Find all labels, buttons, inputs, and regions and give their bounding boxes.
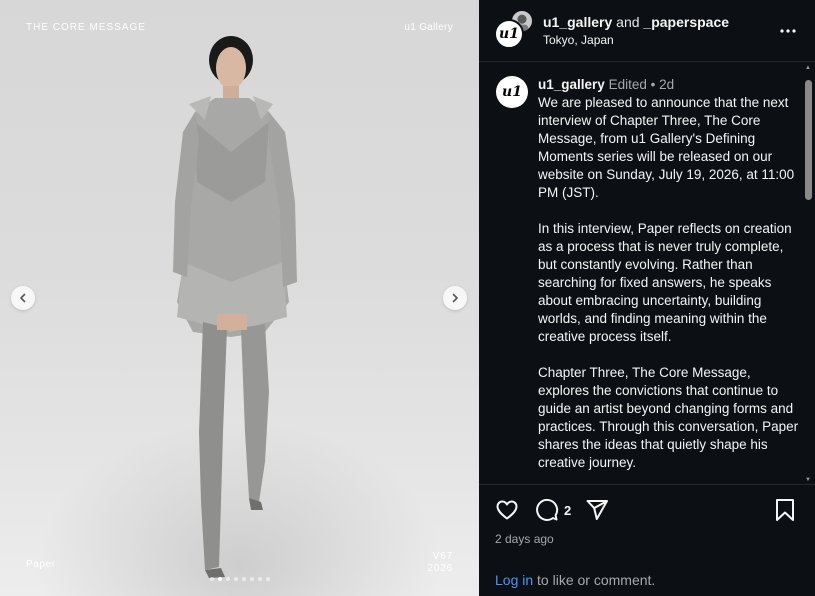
comment-count: 2 — [564, 503, 572, 518]
header-collaborator-link[interactable]: _paperspace — [643, 14, 729, 30]
more-options-icon[interactable] — [779, 22, 797, 40]
carousel-prev-button[interactable] — [11, 286, 35, 310]
login-suffix: to like or comment. — [533, 572, 656, 588]
carousel-dot — [241, 577, 246, 581]
header-username-link[interactable]: u1_gallery — [543, 14, 612, 30]
post-image[interactable]: THE CORE MESSAGE u1 Gallery Paper V67 20… — [0, 0, 479, 596]
share-icon[interactable] — [585, 498, 609, 522]
header-text: u1_gallery and _paperspace Tokyo, Japan — [543, 14, 729, 47]
header-and: and — [616, 14, 640, 30]
chevron-right-icon — [452, 293, 458, 303]
overlay-version-code: V67 — [432, 551, 453, 562]
overlay-artist-name: Paper — [26, 559, 56, 570]
caption-paragraph-1: We are pleased to announce that the next… — [538, 95, 798, 200]
carousel-dot — [265, 577, 270, 581]
overlay-version: V67 2026 — [428, 551, 453, 575]
carousel-indicator — [0, 577, 479, 581]
post-sidebar: u1 u1_gallery and _paperspace Tokyo, Jap… — [479, 0, 815, 596]
account-avatar[interactable]: u1 — [494, 18, 524, 49]
carousel-dot — [257, 577, 262, 581]
scrollbar-thumb[interactable] — [805, 80, 812, 200]
login-link[interactable]: Log in — [495, 572, 533, 588]
carousel-dot — [233, 577, 238, 581]
overlay-version-year: 2026 — [427, 563, 453, 574]
actions-section: 2 2 days ago Log in to like or comment. — [479, 484, 815, 596]
action-bar: 2 — [495, 498, 799, 524]
caption-paragraph-3: Chapter Three, The Core Message, explore… — [538, 365, 802, 470]
caption-body: u1_gallery Edited • 2d We are pleased to… — [538, 76, 799, 472]
post-timestamp[interactable]: 2 days ago — [495, 532, 554, 546]
carousel-dot — [209, 577, 214, 581]
post-header: u1 u1_gallery and _paperspace Tokyo, Jap… — [479, 0, 815, 62]
carousel-dot — [225, 577, 230, 581]
post-age[interactable]: 2d — [659, 77, 674, 92]
caption: u1 u1_gallery Edited • 2d We are pleased… — [479, 62, 815, 472]
model-photo — [173, 36, 297, 578]
meta-bullet: • — [650, 77, 656, 92]
collab-avatars[interactable]: u1 — [494, 8, 534, 49]
header-usernames: u1_gallery and _paperspace — [543, 14, 729, 30]
chevron-left-icon — [20, 293, 26, 303]
carousel-next-button[interactable] — [443, 286, 467, 310]
overlay-brand: u1 Gallery — [404, 22, 453, 33]
caption-paragraph-2: In this interview, Paper reflects on cre… — [538, 221, 796, 344]
post-viewer: THE CORE MESSAGE u1 Gallery Paper V67 20… — [0, 0, 815, 596]
overlay-title: THE CORE MESSAGE — [26, 22, 146, 33]
comment-icon[interactable] — [535, 498, 559, 522]
caption-meta: u1_gallery Edited • 2d — [538, 76, 799, 94]
scrollbar[interactable]: ▲ ▼ — [804, 64, 812, 484]
caption-scroll-area[interactable]: u1 u1_gallery Edited • 2d We are pleased… — [479, 62, 815, 484]
caption-avatar[interactable]: u1 — [496, 76, 528, 108]
location-link[interactable]: Tokyo, Japan — [543, 33, 729, 47]
edited-label: Edited — [608, 77, 647, 92]
bookmark-icon[interactable] — [774, 498, 796, 522]
carousel-dot — [249, 577, 254, 581]
caption-username-link[interactable]: u1_gallery — [538, 77, 605, 92]
login-prompt: Log in to like or comment. — [495, 572, 655, 588]
heart-icon[interactable] — [495, 498, 519, 522]
scroll-up-icon[interactable]: ▲ — [804, 64, 812, 72]
scroll-down-icon[interactable]: ▼ — [804, 476, 812, 484]
carousel-dot — [217, 577, 222, 581]
